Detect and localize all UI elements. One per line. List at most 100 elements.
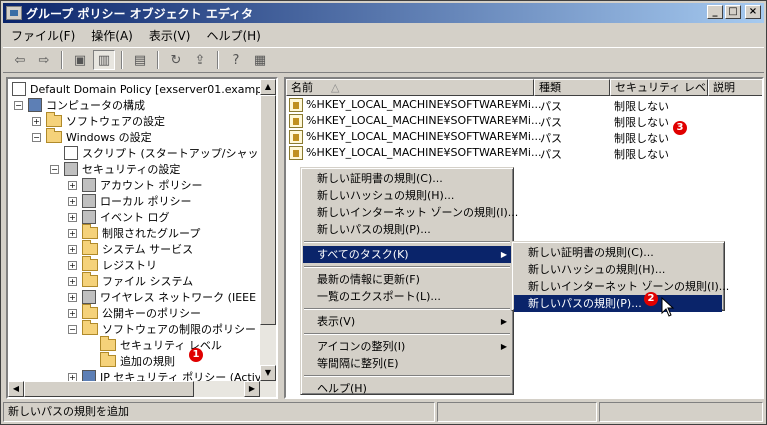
tree-node-registry[interactable]: + レジストリ — [68, 256, 157, 273]
folder-icon — [82, 272, 98, 287]
all-tasks-submenu: 新しい証明書の規則(C)... 新しいハッシュの規則(H)... 新しいインター… — [511, 241, 729, 312]
toolbar-separator — [217, 51, 219, 69]
tree-node-account-policy[interactable]: + アカウント ポリシー — [68, 177, 203, 193]
antenna-icon — [82, 290, 96, 304]
menu-item-arrange-icons[interactable]: アイコンの整列(I) ▶ — [303, 338, 511, 355]
expand-icon[interactable]: + — [68, 196, 77, 206]
tree-horizontal-scrollbar[interactable]: ◀ ▶ — [8, 381, 276, 397]
scroll-left-icon[interactable]: ◀ — [8, 381, 24, 397]
scroll-right-icon[interactable]: ▶ — [244, 381, 260, 397]
tree-node-software-restriction[interactable]: − ソフトウェアの制限のポリシー — [68, 320, 256, 337]
expand-icon[interactable]: + — [68, 276, 77, 286]
delete-icon[interactable]: ▤ — [129, 50, 151, 70]
menu-item-line-up[interactable]: 等間隔に整列(E) — [303, 355, 511, 372]
menu-view[interactable]: 表示(V) — [141, 27, 199, 44]
expand-icon[interactable]: + — [68, 180, 77, 190]
tree-node-file-system[interactable]: + ファイル システム — [68, 272, 193, 289]
expand-icon[interactable]: + — [68, 244, 77, 254]
scroll-up-icon[interactable]: ▲ — [260, 79, 276, 95]
scroll-thumb[interactable] — [24, 381, 194, 397]
expand-icon[interactable]: + — [32, 116, 41, 126]
toolbar-separator — [61, 51, 63, 69]
tree-node-additional-rules[interactable]: 追加の規則 — [100, 352, 175, 369]
tree-label: アカウント ポリシー — [100, 179, 203, 192]
tree-node-windows-settings[interactable]: − Windows の設定 — [32, 128, 152, 145]
scroll-down-icon[interactable]: ▼ — [260, 365, 276, 381]
menu-item-help[interactable]: ヘルプ(H) — [303, 380, 511, 397]
expand-icon[interactable]: + — [68, 260, 77, 270]
column-header-type[interactable]: 種類 — [534, 79, 610, 96]
collapse-icon[interactable]: − — [32, 132, 41, 142]
tree-node-local-policy[interactable]: + ローカル ポリシー — [68, 193, 192, 209]
column-header-name[interactable]: 名前 △ — [286, 79, 534, 96]
annotation-badge-1: 1 — [189, 348, 203, 362]
expand-icon[interactable]: + — [68, 212, 77, 222]
menu-item-view[interactable]: 表示(V) ▶ — [303, 313, 511, 330]
expand-icon[interactable]: + — [68, 292, 77, 302]
tree-node-security-settings[interactable]: − セキュリティの設定 — [50, 161, 180, 177]
export-list-icon[interactable]: ⇪ — [189, 50, 211, 70]
scroll-thumb[interactable] — [260, 95, 276, 325]
minimize-button[interactable]: _ — [707, 5, 723, 19]
collapse-icon[interactable]: − — [50, 164, 59, 174]
menu-action[interactable]: 操作(A) — [83, 27, 141, 44]
status-cell-2 — [437, 402, 597, 422]
forward-arrow-icon[interactable]: ⇨ — [33, 50, 55, 70]
column-header-security-level[interactable]: セキュリティ レベル — [610, 79, 708, 96]
help-icon[interactable]: ? — [225, 50, 247, 70]
tree-node-ip-security[interactable]: + IP セキュリティ ポリシー (Active D — [68, 369, 262, 381]
tree-node-software-settings[interactable]: + ソフトウェアの設定 — [32, 112, 165, 129]
refresh-icon[interactable]: ↻ — [165, 50, 187, 70]
tree-node-system-services[interactable]: + システム サービス — [68, 240, 193, 257]
tree-node-security-level[interactable]: セキュリティ レベル — [100, 336, 222, 353]
tree-node-event-log[interactable]: + イベント ログ — [68, 209, 170, 225]
tree-node-restricted-groups[interactable]: + 制限されたグループ — [68, 224, 200, 241]
expand-icon[interactable]: + — [68, 308, 77, 318]
tree-label: ローカル ポリシー — [100, 195, 192, 208]
maximize-button[interactable]: □ — [725, 5, 741, 19]
menu-item-new-zone-rule[interactable]: 新しいインターネット ゾーンの規則(I)... — [303, 204, 518, 221]
submenu-item-new-cert-rule[interactable]: 新しい証明書の規則(C)... — [514, 244, 722, 261]
menu-item-export-list[interactable]: 一覧のエクスポート(L)... — [303, 288, 511, 305]
tree-label: セキュリティの設定 — [82, 163, 181, 176]
list-row[interactable]: %HKEY_LOCAL_MACHINE¥SOFTWARE¥Mi... パス 制限… — [286, 145, 762, 161]
tree-label: ワイヤレス ネットワーク (IEEE 802 — [100, 291, 262, 304]
tree-pane[interactable]: Default Domain Policy [exserver01.exampl… — [6, 77, 278, 399]
submenu-item-new-zone-rule[interactable]: 新しいインターネット ゾーンの規則(I)... — [514, 278, 729, 295]
back-arrow-icon[interactable]: ⇦ — [9, 50, 31, 70]
menu-help[interactable]: ヘルプ(H) — [198, 27, 268, 44]
close-button[interactable]: × — [745, 5, 761, 19]
submenu-item-new-path-rule[interactable]: 新しいパスの規則(P)... — [514, 295, 722, 312]
tree-vertical-scrollbar[interactable]: ▲ ▼ — [260, 79, 276, 381]
folder-icon — [46, 128, 62, 143]
menu-item-all-tasks[interactable]: すべてのタスク(K) ▶ — [303, 246, 511, 263]
menu-item-new-cert-rule[interactable]: 新しい証明書の規則(C)... — [303, 170, 511, 187]
row-type: パス — [540, 116, 562, 129]
list-row[interactable]: %HKEY_LOCAL_MACHINE¥SOFTWARE¥Mi... パス 制限… — [286, 129, 762, 145]
expand-icon[interactable]: + — [68, 372, 77, 381]
show-hide-tree-icon[interactable]: ▥ — [93, 50, 115, 70]
tree-node-root[interactable]: Default Domain Policy [exserver01.exampl… — [12, 81, 262, 97]
tree-node-public-key[interactable]: + 公開キーのポリシー — [68, 304, 201, 321]
properties-icon[interactable]: ▦ — [249, 50, 271, 70]
menu-item-new-hash-rule[interactable]: 新しいハッシュの規則(H)... — [303, 187, 511, 204]
submenu-item-new-hash-rule[interactable]: 新しいハッシュの規則(H)... — [514, 261, 722, 278]
menu-item-new-path-rule[interactable]: 新しいパスの規則(P)... — [303, 221, 511, 238]
expand-icon[interactable]: + — [68, 228, 77, 238]
menu-item-refresh[interactable]: 最新の情報に更新(F) — [303, 271, 511, 288]
collapse-icon[interactable]: − — [68, 324, 77, 334]
tree-label: 追加の規則 — [120, 355, 175, 368]
collapse-icon[interactable]: − — [14, 100, 23, 110]
title-bar[interactable]: グループ ポリシー オブジェクト エディタ _ □ × — [3, 3, 764, 23]
list-row[interactable]: %HKEY_LOCAL_MACHINE¥SOFTWARE¥Mi... パス 制限… — [286, 113, 762, 129]
list-row[interactable]: %HKEY_LOCAL_MACHINE¥SOFTWARE¥Mi... パス 制限… — [286, 97, 762, 113]
local-policy-icon — [82, 194, 96, 208]
tree-node-computer-config[interactable]: − コンピュータの構成 — [14, 97, 145, 113]
up-folder-icon[interactable]: ▣ — [69, 50, 91, 70]
column-header-description[interactable]: 説明 — [708, 79, 762, 96]
tree-label: ソフトウェアの設定 — [66, 115, 165, 128]
tree-node-scripts[interactable]: スクリプト (スタートアップ/シャットダウン — [64, 145, 262, 161]
tree-node-wireless[interactable]: + ワイヤレス ネットワーク (IEEE 802 — [68, 289, 262, 305]
menu-file[interactable]: ファイル(F) — [3, 27, 83, 44]
toolbar-separator — [121, 51, 123, 69]
